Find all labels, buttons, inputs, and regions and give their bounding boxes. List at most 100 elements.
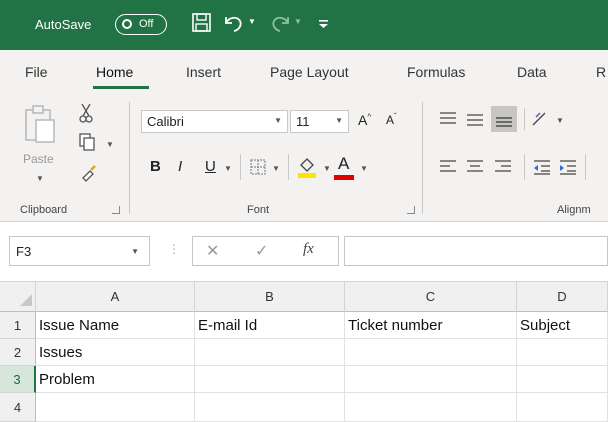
clipboard-group-label: Clipboard (20, 204, 68, 216)
alignment-group-label: Alignm (557, 204, 591, 216)
tab-insert[interactable]: Insert (186, 64, 221, 80)
name-box-value: F3 (16, 244, 32, 259)
font-name-dropdown[interactable]: Calibri ▼ (141, 110, 288, 133)
save-icon[interactable] (190, 11, 214, 35)
cell-b4[interactable] (195, 393, 345, 422)
increase-font-size-icon[interactable]: A^ (358, 112, 371, 128)
autosave-label: AutoSave (35, 17, 92, 32)
ribbon-tabs: File Home Insert Page Layout Formulas Da… (0, 50, 608, 94)
borders-dropdown-icon[interactable]: ▼ (272, 164, 280, 173)
cell-c3[interactable] (345, 366, 517, 393)
copy-icon[interactable] (78, 132, 96, 152)
separator (585, 154, 586, 180)
tab-home[interactable]: Home (96, 64, 133, 80)
cell-a2[interactable]: Issues (36, 339, 195, 366)
column-header-a[interactable]: A (36, 282, 195, 312)
undo-dropdown-icon[interactable]: ▼ (248, 17, 256, 26)
cell-d2[interactable] (517, 339, 608, 366)
align-right-icon[interactable] (493, 158, 513, 176)
cell-b1[interactable]: E-mail Id (195, 312, 345, 339)
select-all-icon (20, 294, 32, 306)
borders-icon[interactable] (249, 158, 267, 176)
tab-formulas[interactable]: Formulas (407, 64, 465, 80)
row-header-2[interactable]: 2 (0, 339, 36, 366)
font-group-label: Font (247, 204, 270, 216)
name-box[interactable]: F3 ▼ (9, 236, 150, 266)
cell-a3[interactable]: Problem (36, 366, 195, 393)
bold-button[interactable]: B (150, 158, 161, 175)
font-color-dropdown-icon[interactable]: ▼ (360, 164, 368, 173)
tab-data[interactable]: Data (517, 64, 547, 80)
cancel-icon[interactable]: ✕ (206, 241, 219, 261)
insert-function-button[interactable]: fx (303, 241, 314, 258)
middle-align-icon[interactable] (465, 110, 485, 128)
font-size-value: 11 (296, 114, 310, 129)
worksheet-grid: A B C D 1 Issue Name E-mail Id Ticket nu… (0, 282, 608, 422)
orientation-icon[interactable] (530, 108, 550, 128)
column-header-c[interactable]: C (345, 282, 517, 312)
select-all-corner[interactable] (0, 282, 36, 312)
decrease-indent-icon[interactable] (532, 158, 552, 176)
tab-page-layout[interactable]: Page Layout (270, 64, 349, 80)
group-separator (129, 102, 130, 214)
separator (288, 154, 289, 180)
increase-indent-icon[interactable] (558, 158, 578, 176)
orientation-dropdown-icon[interactable]: ▼ (556, 116, 564, 125)
row-header-1[interactable]: 1 (0, 312, 36, 339)
chevron-down-icon: ▼ (131, 247, 139, 256)
ribbon: Paste ▼ ▼ Clipboard Calibri ▼ 11 ▼ A^ Aˇ… (0, 94, 608, 222)
column-header-d[interactable]: D (517, 282, 608, 312)
font-launcher-icon[interactable] (407, 206, 415, 214)
tab-file[interactable]: File (25, 64, 48, 80)
italic-button[interactable]: I (178, 158, 182, 175)
cell-c2[interactable] (345, 339, 517, 366)
cell-d4[interactable] (517, 393, 608, 422)
undo-icon[interactable] (222, 11, 246, 35)
active-tab-indicator (93, 86, 149, 89)
customize-qat-icon[interactable] (312, 11, 336, 35)
cell-c4[interactable] (345, 393, 517, 422)
cell-b3[interactable] (195, 366, 345, 393)
paste-icon[interactable] (22, 104, 58, 144)
top-align-icon[interactable] (438, 110, 458, 128)
paste-dropdown-icon[interactable]: ▼ (36, 174, 44, 183)
row-header-3[interactable]: 3 (0, 366, 36, 393)
align-left-icon[interactable] (438, 158, 458, 176)
bottom-align-button[interactable] (491, 106, 517, 132)
align-center-icon[interactable] (465, 158, 485, 176)
cell-c1[interactable]: Ticket number (345, 312, 517, 339)
redo-dropdown-icon[interactable]: ▼ (294, 17, 302, 26)
redo-icon[interactable] (268, 11, 292, 35)
fill-color-icon[interactable] (296, 154, 318, 178)
enter-icon[interactable]: ✓ (255, 241, 268, 261)
autosave-state: Off (139, 18, 154, 30)
autosave-toggle[interactable]: Off (115, 14, 167, 35)
chevron-down-icon: ▼ (274, 116, 282, 125)
underline-dropdown-icon[interactable]: ▼ (224, 164, 232, 173)
font-size-dropdown[interactable]: 11 ▼ (290, 110, 349, 133)
cell-d3[interactable] (517, 366, 608, 393)
cell-d1[interactable]: Subject (517, 312, 608, 339)
cell-b2[interactable] (195, 339, 345, 366)
tab-review-partial[interactable]: R (596, 64, 606, 80)
column-header-b[interactable]: B (195, 282, 345, 312)
fill-color-swatch (298, 173, 316, 178)
toggle-knob (122, 19, 132, 29)
formula-bar-grip-icon[interactable]: ⋮ (168, 242, 180, 256)
separator (524, 154, 525, 180)
font-color-button[interactable]: A (338, 154, 349, 174)
underline-button[interactable]: U (205, 158, 216, 175)
formula-input[interactable] (344, 236, 608, 266)
copy-dropdown-icon[interactable]: ▼ (106, 140, 114, 149)
paste-label[interactable]: Paste (23, 152, 54, 166)
separator (524, 108, 525, 130)
format-painter-icon[interactable] (80, 164, 98, 182)
clipboard-launcher-icon[interactable] (112, 206, 120, 214)
cell-a1[interactable]: Issue Name (36, 312, 195, 339)
cut-icon[interactable] (78, 102, 94, 124)
decrease-font-size-icon[interactable]: Aˇ (386, 112, 397, 127)
cell-a4[interactable] (36, 393, 195, 422)
bottom-align-icon (496, 117, 512, 127)
row-header-4[interactable]: 4 (0, 393, 36, 422)
fill-color-dropdown-icon[interactable]: ▼ (323, 164, 331, 173)
